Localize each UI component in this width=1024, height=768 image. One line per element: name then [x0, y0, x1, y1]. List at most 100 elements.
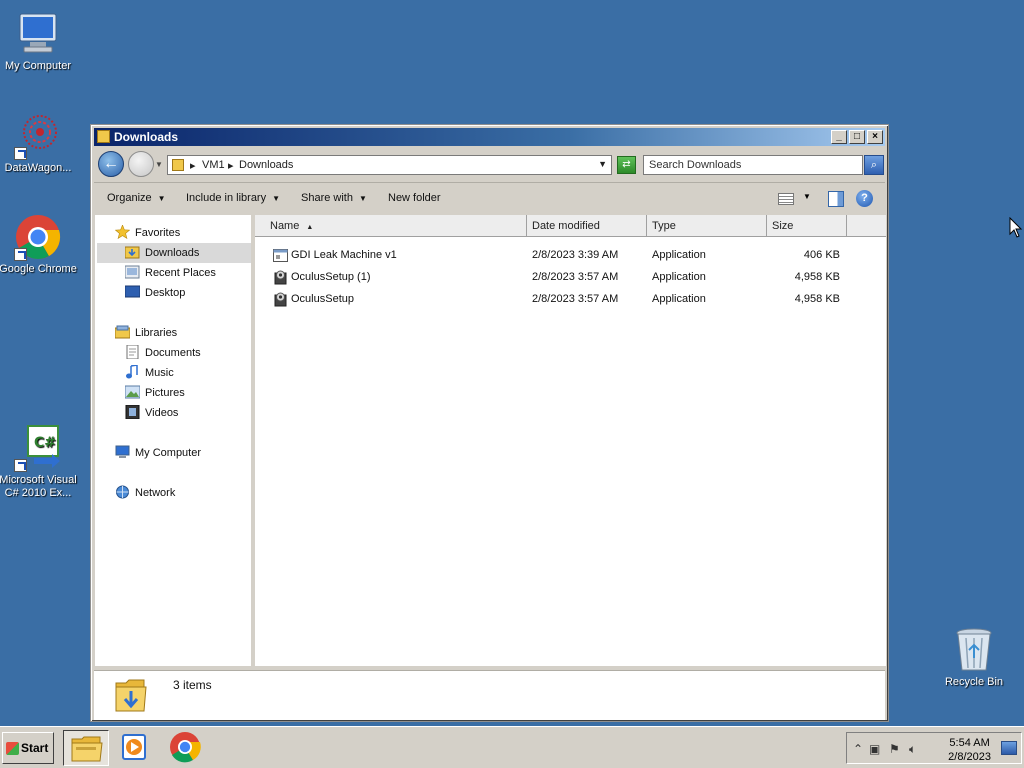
nav-documents[interactable]: Documents [125, 343, 201, 363]
nav-music[interactable]: Music [125, 363, 174, 383]
search-icon: ⌕ [870, 159, 878, 171]
file-size: 4,958 KB [794, 271, 840, 283]
clock[interactable]: 5:54 AM 2/8/2023 [948, 736, 991, 764]
chevron-right-icon[interactable]: ▸ [190, 159, 196, 172]
address-input[interactable]: ▸ VM1 ▸ Downloads ▼ [167, 155, 612, 175]
nav-recent-places[interactable]: Recent Places [124, 263, 216, 283]
file-date: 2/8/2023 3:39 AM [532, 249, 619, 261]
computer-icon [115, 445, 130, 459]
pictures-icon [124, 385, 141, 399]
organize-button[interactable]: Organize ▼ [107, 192, 166, 204]
shortcut-arrow-icon [14, 459, 27, 472]
desktop-icon-google-chrome[interactable]: Google Chrome [0, 213, 78, 276]
taskbar-explorer[interactable] [63, 730, 109, 766]
maximize-button[interactable]: □ [849, 130, 865, 144]
new-folder-button[interactable]: New folder [388, 192, 441, 204]
documents-icon [125, 344, 140, 360]
desktop-icon-datawagon[interactable]: DataWagon... [0, 112, 78, 175]
refresh-button[interactable]: ⇄ [617, 156, 636, 174]
table-row[interactable]: GDI Leak Machine v1 2/8/2023 3:39 AM App… [255, 245, 886, 267]
star-icon [114, 224, 131, 240]
column-name[interactable]: Name ▲ [265, 215, 527, 237]
show-desktop-icon[interactable] [1001, 741, 1017, 755]
clock-date: 2/8/2023 [948, 751, 991, 763]
command-bar: Organize ▼ Include in library ▼ Share with… [94, 182, 885, 214]
oculus-setup-icon [273, 270, 288, 285]
breadcrumb-downloads[interactable]: Downloads [239, 159, 293, 171]
system-tray: ⌃ ▣ ⚑ 🔈︎ 5:54 AM 2/8/2023 [846, 732, 1022, 764]
desktop-icon [124, 285, 141, 299]
nav-libraries[interactable]: Libraries [114, 323, 177, 343]
item-count: 3 items [173, 678, 212, 692]
minimize-button[interactable]: _ [831, 130, 847, 144]
desktop-icon-label: Google Chrome [0, 263, 77, 275]
nav-my-computer[interactable]: My Computer [115, 443, 201, 463]
desktop-icon-my-computer[interactable]: My Computer [0, 10, 78, 73]
downloads-folder-icon [114, 675, 148, 715]
desktop-icon-label: DataWagon... [4, 162, 72, 174]
view-dropdown-icon[interactable]: ▼ [803, 192, 811, 201]
network-tray-icon[interactable]: ▣ [869, 742, 880, 756]
nav-downloads[interactable]: Downloads [97, 243, 251, 263]
clock-time: 5:54 AM [949, 737, 990, 749]
column-type[interactable]: Type [647, 215, 767, 237]
nav-videos[interactable]: Videos [125, 403, 178, 423]
speaker-icon[interactable]: 🔈︎ [909, 742, 916, 757]
shortcut-arrow-icon [14, 248, 27, 261]
computer-icon [14, 10, 62, 58]
desktop-icon-label: Recycle Bin [944, 676, 1004, 688]
view-options-icon[interactable] [778, 193, 794, 205]
search-input[interactable]: Search Downloads [643, 155, 863, 175]
include-in-library-button[interactable]: Include in library ▼ [186, 192, 280, 204]
address-bar-row: ← ▼ ▸ VM1 ▸ Downloads ▼ ⇄ Search Downloa… [94, 147, 885, 181]
network-icon [115, 485, 130, 499]
nav-favorites[interactable]: Favorites [114, 223, 180, 243]
file-type: Application [652, 293, 706, 305]
address-dropdown-icon[interactable]: ▼ [598, 159, 607, 169]
recent-places-icon [124, 265, 140, 279]
recycle-bin-icon [950, 626, 998, 674]
visual-csharp-icon: C# [14, 424, 62, 472]
libraries-icon [114, 325, 131, 339]
application-icon [273, 248, 288, 263]
nav-desktop[interactable]: Desktop [124, 283, 185, 303]
file-name: GDI Leak Machine v1 [291, 249, 397, 261]
breadcrumb-vm1[interactable]: VM1 [202, 159, 225, 171]
flag-icon[interactable]: ⚑ [889, 742, 900, 756]
recent-pages-dropdown[interactable]: ▼ [155, 160, 163, 169]
share-with-button[interactable]: Share with ▼ [301, 192, 367, 204]
table-row[interactable]: OculusSetup (1) 2/8/2023 3:57 AM Applica… [255, 267, 886, 289]
file-date: 2/8/2023 3:57 AM [532, 271, 619, 283]
file-date: 2/8/2023 3:57 AM [532, 293, 619, 305]
file-type: Application [652, 249, 706, 261]
explorer-window: Downloads _ □ × ← ▼ ▸ VM1 ▸ Downloads ▼ … [90, 124, 889, 722]
column-date-modified[interactable]: Date modified [527, 215, 647, 237]
taskbar-chrome[interactable] [163, 730, 209, 766]
window-titlebar[interactable]: Downloads _ □ × [94, 128, 885, 146]
start-button[interactable]: Start [2, 732, 54, 764]
chevron-down-icon: ▼ [358, 194, 367, 203]
help-icon[interactable]: ? [856, 190, 873, 207]
chevron-right-icon[interactable]: ▸ [228, 159, 234, 172]
file-type: Application [652, 271, 706, 283]
table-row[interactable]: OculusSetup 2/8/2023 3:57 AM Application… [255, 289, 886, 311]
file-list: Name ▲ Date modified Type Size GDI Leak … [255, 215, 886, 666]
refresh-icon: ⇄ [622, 159, 631, 170]
windows-logo-icon [6, 742, 19, 755]
shortcut-arrow-icon [14, 147, 27, 160]
search-button[interactable]: ⌕ [864, 155, 884, 175]
nav-network[interactable]: Network [115, 483, 175, 503]
explorer-icon [71, 736, 103, 762]
preview-pane-icon[interactable] [828, 191, 844, 207]
back-button[interactable]: ← [98, 151, 124, 177]
desktop-icon-visual-csharp[interactable]: C# Microsoft Visual C# 2010 Ex... [0, 424, 78, 500]
close-button[interactable]: × [867, 130, 883, 144]
window-title: Downloads [114, 130, 179, 144]
nav-pictures[interactable]: Pictures [124, 383, 185, 403]
chevron-up-icon[interactable]: ⌃ [853, 742, 863, 756]
taskbar-media-player[interactable] [113, 730, 159, 766]
forward-button[interactable] [128, 151, 154, 177]
downloads-folder-icon [124, 245, 140, 259]
desktop-icon-recycle-bin[interactable]: Recycle Bin [934, 626, 1014, 689]
column-size[interactable]: Size [767, 215, 847, 237]
